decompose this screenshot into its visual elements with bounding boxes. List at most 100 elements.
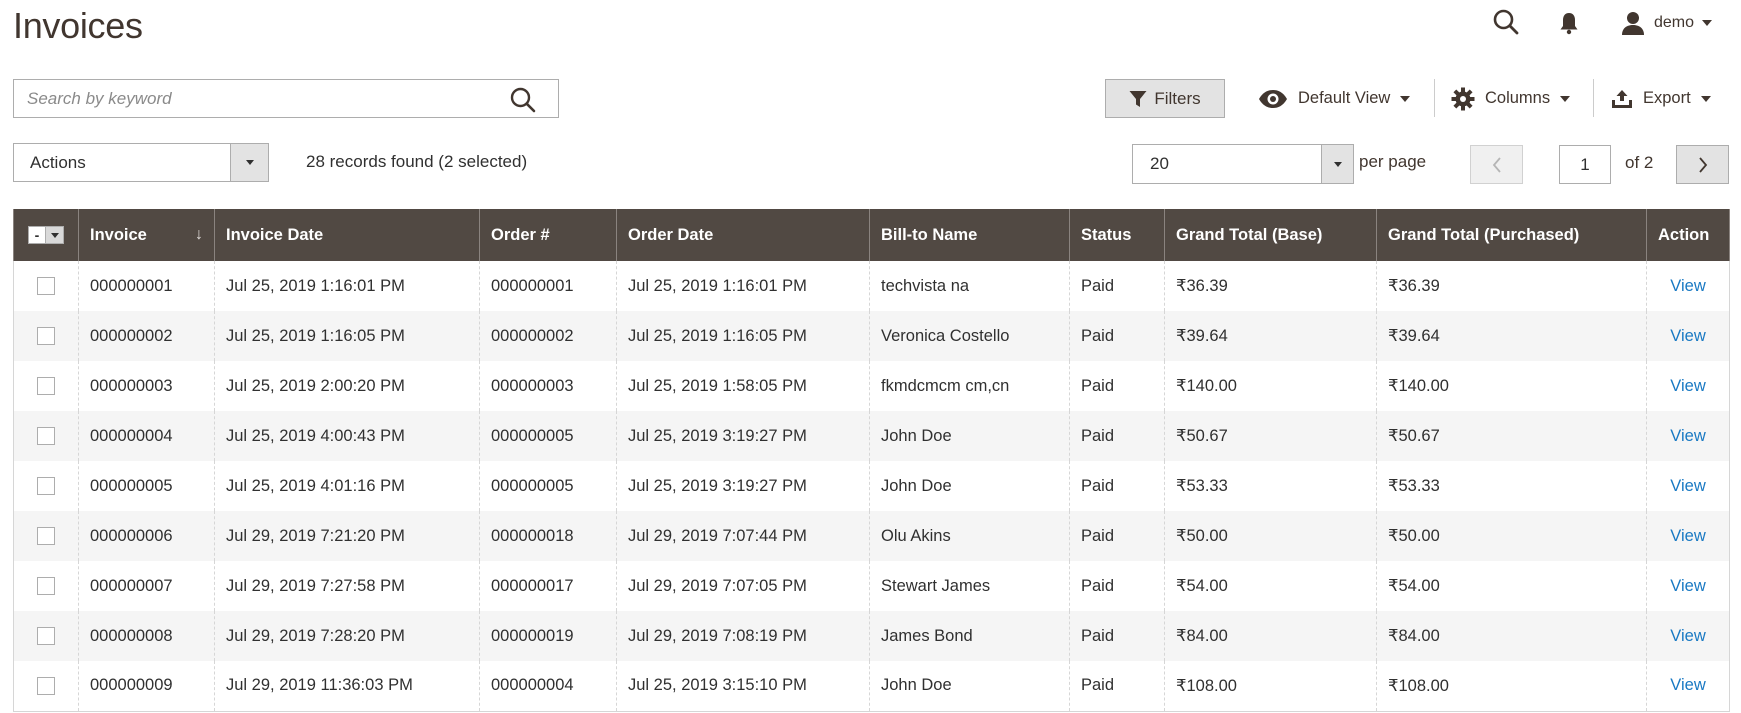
status-cell: Paid <box>1069 461 1165 511</box>
table-row[interactable]: 000000001 Jul 25, 2019 1:16:01 PM 00000000… <box>13 261 1730 311</box>
table-row[interactable]: 000000002 Jul 25, 2019 1:16:05 PM 00000000… <box>13 311 1730 361</box>
invoice-cell: 000000007 <box>78 561 215 611</box>
invoices-grid: - Invoice ↓ Invoice Date Order # Order D… <box>13 209 1730 712</box>
previous-page-button[interactable] <box>1470 145 1523 184</box>
search-submit-button[interactable] <box>510 87 536 113</box>
export-label: Export <box>1643 89 1691 107</box>
row-checkbox[interactable] <box>37 527 55 546</box>
table-row[interactable]: 000000009 Jul 29, 2019 11:36:03 PM 0000000… <box>13 661 1730 711</box>
column-header-bill-to-name[interactable]: Bill-to Name <box>869 209 1070 261</box>
row-select-cell <box>13 611 79 661</box>
column-header-order-date[interactable]: Order Date <box>616 209 870 261</box>
order-number-cell: 000000001 <box>479 261 617 311</box>
row-checkbox[interactable] <box>37 627 55 646</box>
row-checkbox[interactable] <box>37 577 55 596</box>
search-input[interactable] <box>14 80 494 117</box>
sort-descending-icon: ↓ <box>195 226 203 243</box>
table-row[interactable]: 000000005 Jul 25, 2019 4:01:16 PM 00000000… <box>13 461 1730 511</box>
view-invoice-link[interactable]: View <box>1670 676 1705 694</box>
bill-to-name-cell: fkmdcmcm cm,cn <box>869 361 1070 411</box>
view-invoice-link[interactable]: View <box>1670 277 1705 295</box>
grand-total-purchased-cell: ₹140.00 <box>1376 361 1647 411</box>
eye-icon <box>1259 89 1287 108</box>
mass-actions-select[interactable]: Actions <box>13 143 269 182</box>
grand-total-base-cell: ₹50.00 <box>1164 511 1377 561</box>
row-checkbox[interactable] <box>37 427 55 446</box>
view-invoice-link[interactable]: View <box>1670 527 1705 545</box>
notifications-button[interactable] <box>1555 7 1583 39</box>
row-select-cell <box>13 661 79 711</box>
filters-button[interactable]: Filters <box>1105 79 1225 118</box>
toolbar-divider <box>1434 79 1435 117</box>
row-checkbox[interactable] <box>37 277 55 296</box>
table-row[interactable]: 000000008 Jul 29, 2019 7:28:20 PM 00000001… <box>13 611 1730 661</box>
row-select-cell <box>13 311 79 361</box>
user-name: demo <box>1654 14 1695 31</box>
current-page-input[interactable] <box>1559 145 1611 184</box>
view-invoice-link[interactable]: View <box>1670 627 1705 645</box>
column-header-action: Action <box>1646 209 1730 261</box>
order-number-cell: 000000004 <box>479 661 617 711</box>
export-dropdown[interactable]: Export <box>1611 79 1711 118</box>
next-page-button[interactable] <box>1676 145 1729 184</box>
action-cell: View <box>1646 311 1730 361</box>
view-invoice-link[interactable]: View <box>1670 477 1705 495</box>
per-page-select[interactable]: 20 <box>1132 144 1354 184</box>
row-checkbox[interactable] <box>37 377 55 396</box>
view-dropdown[interactable]: Default View <box>1258 79 1411 118</box>
action-cell: View <box>1646 511 1730 561</box>
global-search-button[interactable] <box>1490 6 1522 38</box>
row-checkbox[interactable] <box>37 327 55 346</box>
invoice-date-cell: Jul 25, 2019 1:16:05 PM <box>214 311 480 361</box>
invoice-cell: 000000006 <box>78 511 215 561</box>
bill-to-name-cell: Veronica Costello <box>869 311 1070 361</box>
order-date-cell: Jul 25, 2019 1:16:05 PM <box>616 311 870 361</box>
grand-total-base-cell: ₹36.39 <box>1164 261 1377 311</box>
view-invoice-link[interactable]: View <box>1670 577 1705 595</box>
mass-select-indicator[interactable]: - <box>28 226 46 245</box>
per-page-dropdown-toggle[interactable] <box>1321 145 1353 183</box>
bill-to-name-cell: techvista na <box>869 261 1070 311</box>
row-checkbox[interactable] <box>37 477 55 496</box>
grid-header-row: - Invoice ↓ Invoice Date Order # Order D… <box>13 209 1730 261</box>
upload-icon <box>1612 89 1632 108</box>
column-header-status[interactable]: Status <box>1069 209 1165 261</box>
bill-to-name-cell: Olu Akins <box>869 511 1070 561</box>
row-checkbox[interactable] <box>37 676 55 695</box>
action-cell: View <box>1646 361 1730 411</box>
table-row[interactable]: 000000006 Jul 29, 2019 7:21:20 PM 00000001… <box>13 511 1730 561</box>
status-cell: Paid <box>1069 311 1165 361</box>
column-header-order-number[interactable]: Order # <box>479 209 617 261</box>
order-date-cell: Jul 25, 2019 3:19:27 PM <box>616 461 870 511</box>
invoice-date-cell: Jul 29, 2019 7:21:20 PM <box>214 511 480 561</box>
order-number-cell: 000000003 <box>479 361 617 411</box>
view-invoice-link[interactable]: View <box>1670 327 1705 345</box>
column-header-grand-total-base[interactable]: Grand Total (Base) <box>1164 209 1377 261</box>
mass-select-control[interactable]: - <box>28 226 64 245</box>
invoice-date-cell: Jul 25, 2019 2:00:20 PM <box>214 361 480 411</box>
view-invoice-link[interactable]: View <box>1670 377 1705 395</box>
column-header-grand-total-purchased[interactable]: Grand Total (Purchased) <box>1376 209 1647 261</box>
gear-icon <box>1451 87 1475 110</box>
status-cell: Paid <box>1069 511 1165 561</box>
grand-total-purchased-cell: ₹50.00 <box>1376 511 1647 561</box>
mass-select-dropdown[interactable] <box>46 226 64 245</box>
table-row[interactable]: 000000003 Jul 25, 2019 2:00:20 PM 00000000… <box>13 361 1730 411</box>
view-invoice-link[interactable]: View <box>1670 427 1705 445</box>
user-menu[interactable]: demo <box>1620 7 1713 39</box>
order-number-cell: 000000005 <box>479 411 617 461</box>
invoice-cell: 000000008 <box>78 611 215 661</box>
toolbar-divider <box>1593 79 1594 117</box>
grand-total-base-cell: ₹84.00 <box>1164 611 1377 661</box>
order-date-cell: Jul 29, 2019 7:07:44 PM <box>616 511 870 561</box>
column-header-invoice[interactable]: Invoice ↓ <box>78 209 215 261</box>
status-cell: Paid <box>1069 661 1165 711</box>
search-icon <box>510 87 536 113</box>
actions-dropdown-toggle[interactable] <box>230 144 268 181</box>
columns-dropdown[interactable]: Columns <box>1451 79 1571 118</box>
bill-to-name-cell: John Doe <box>869 411 1070 461</box>
table-row[interactable]: 000000007 Jul 29, 2019 7:27:58 PM 00000001… <box>13 561 1730 611</box>
page-title: Invoices <box>13 5 143 46</box>
column-header-invoice-date[interactable]: Invoice Date <box>214 209 480 261</box>
table-row[interactable]: 000000004 Jul 25, 2019 4:00:43 PM 00000000… <box>13 411 1730 461</box>
